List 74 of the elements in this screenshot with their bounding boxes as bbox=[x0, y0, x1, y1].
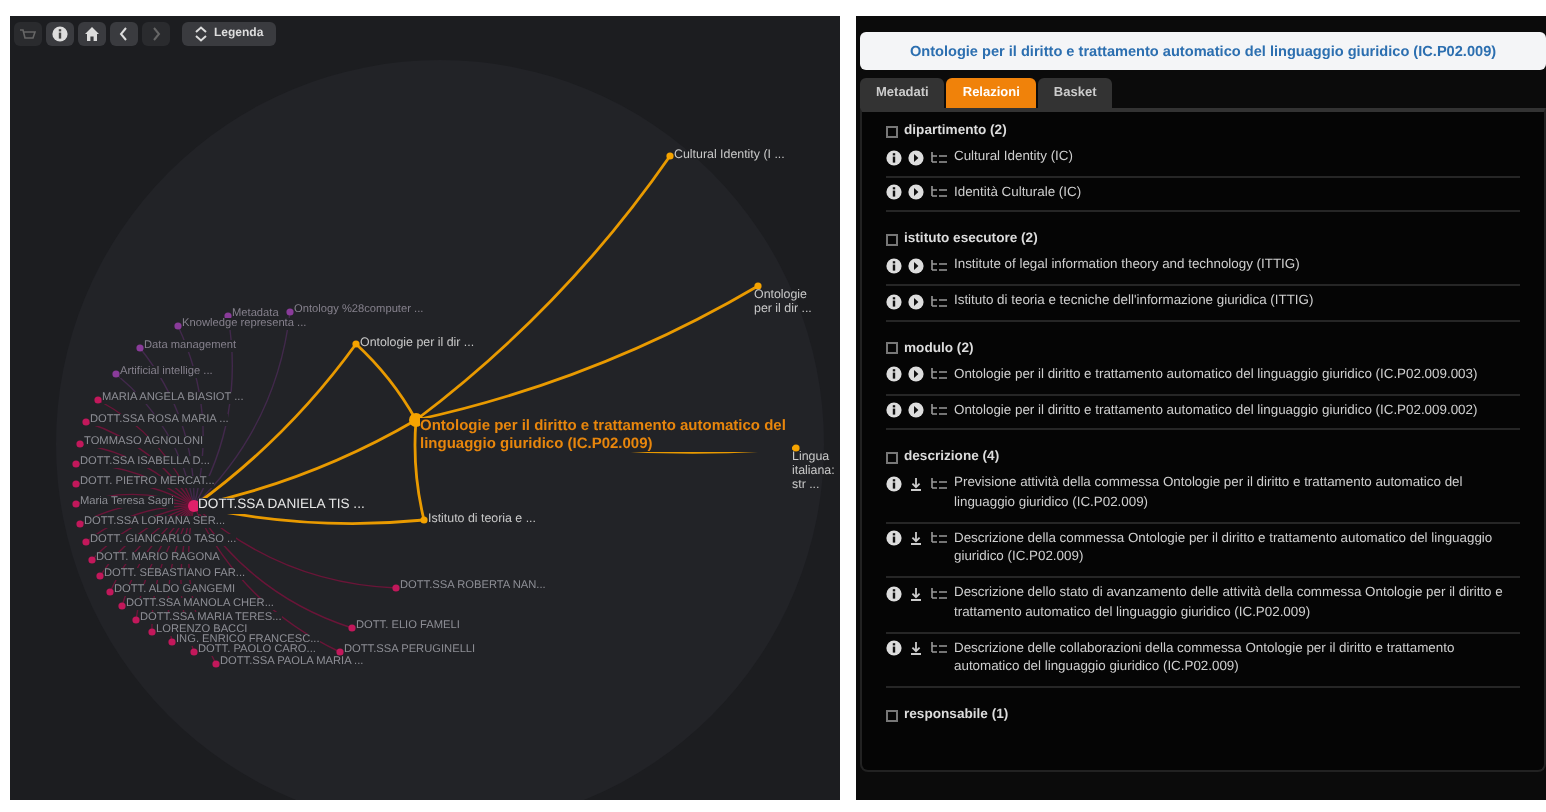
info-icon[interactable] bbox=[886, 257, 902, 274]
info-icon[interactable] bbox=[886, 149, 902, 165]
collapse-icon[interactable] bbox=[886, 233, 898, 246]
sort-icon bbox=[194, 26, 208, 42]
info-icon[interactable] bbox=[886, 640, 902, 657]
home-icon bbox=[84, 26, 100, 42]
tree-icon bbox=[930, 293, 948, 308]
info-icon[interactable] bbox=[886, 402, 902, 419]
tree-icon bbox=[930, 640, 948, 655]
info-icon[interactable] bbox=[886, 530, 902, 547]
download-icon[interactable] bbox=[908, 475, 924, 492]
node-dot[interactable] bbox=[76, 440, 84, 448]
node-dot[interactable] bbox=[76, 520, 84, 528]
node-dot[interactable] bbox=[336, 648, 344, 656]
node-dot[interactable] bbox=[792, 444, 800, 452]
node-dot[interactable] bbox=[212, 660, 220, 668]
info-icon bbox=[52, 26, 68, 42]
download-icon[interactable] bbox=[908, 530, 924, 547]
arrow-circle-icon[interactable] bbox=[908, 149, 924, 165]
info-icon[interactable] bbox=[886, 184, 902, 201]
node-dot[interactable] bbox=[190, 648, 198, 656]
chevron-right-icon bbox=[150, 26, 162, 42]
collapse-icon[interactable] bbox=[886, 709, 898, 722]
node-dot[interactable] bbox=[82, 538, 90, 546]
info-icon[interactable] bbox=[886, 475, 902, 492]
node-dot[interactable] bbox=[754, 282, 762, 290]
node-dot[interactable] bbox=[72, 500, 80, 508]
back-button[interactable] bbox=[110, 22, 138, 46]
node-dot[interactable] bbox=[82, 418, 90, 426]
node-dot[interactable] bbox=[132, 616, 140, 624]
download-icon[interactable] bbox=[908, 640, 924, 657]
info-icon[interactable] bbox=[886, 585, 902, 602]
node-dot[interactable] bbox=[174, 322, 182, 330]
node-dot[interactable] bbox=[72, 480, 80, 488]
tree-icon bbox=[930, 149, 948, 163]
collapse-icon[interactable] bbox=[886, 451, 898, 464]
download-icon[interactable] bbox=[908, 585, 924, 602]
chevron-left-icon bbox=[118, 26, 130, 42]
node-dot[interactable] bbox=[666, 152, 674, 160]
node-dot[interactable] bbox=[112, 370, 120, 378]
collapse-icon[interactable] bbox=[886, 342, 898, 355]
arrow-circle-icon[interactable] bbox=[908, 184, 924, 201]
basket-icon bbox=[20, 27, 36, 41]
home-button[interactable] bbox=[78, 22, 106, 46]
arrow-circle-icon[interactable] bbox=[908, 293, 924, 310]
arrow-circle-icon[interactable] bbox=[908, 366, 924, 383]
node-dot[interactable] bbox=[420, 516, 428, 524]
node-dot[interactable] bbox=[72, 460, 80, 468]
node-dot[interactable] bbox=[392, 584, 400, 592]
tree-icon bbox=[930, 585, 948, 600]
info-icon[interactable] bbox=[886, 366, 902, 383]
collapse-icon[interactable] bbox=[886, 125, 898, 137]
node-dot[interactable] bbox=[409, 413, 423, 427]
node-dot[interactable] bbox=[348, 624, 356, 632]
tree-icon bbox=[930, 475, 948, 490]
info-icon[interactable] bbox=[886, 293, 902, 310]
node-dot[interactable] bbox=[148, 628, 156, 636]
node-dot[interactable] bbox=[118, 602, 126, 610]
node-dot[interactable] bbox=[106, 588, 114, 596]
node-dot[interactable] bbox=[136, 344, 144, 352]
arrow-circle-icon[interactable] bbox=[908, 257, 924, 274]
node-dot[interactable] bbox=[96, 572, 104, 580]
info-button[interactable] bbox=[46, 22, 74, 46]
node-dot[interactable] bbox=[94, 396, 102, 404]
node-dot[interactable] bbox=[352, 340, 360, 348]
tree-icon bbox=[930, 366, 948, 381]
tree-icon bbox=[930, 184, 948, 199]
arrow-circle-icon[interactable] bbox=[908, 402, 924, 419]
tree-icon bbox=[930, 530, 948, 545]
node-dot[interactable] bbox=[88, 556, 96, 564]
tree-icon bbox=[930, 402, 948, 417]
node-dot[interactable] bbox=[286, 308, 294, 316]
node-dot[interactable] bbox=[168, 638, 176, 646]
tree-icon bbox=[930, 257, 948, 272]
